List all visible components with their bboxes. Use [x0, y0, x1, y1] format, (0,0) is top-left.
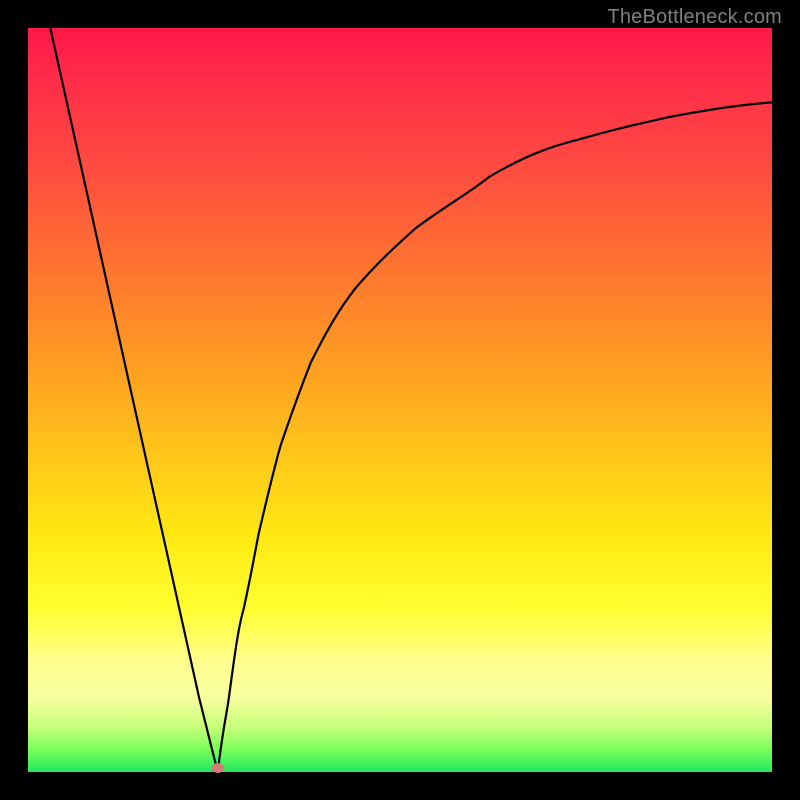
minimum-marker	[211, 763, 224, 773]
chart-frame: TheBottleneck.com	[0, 0, 800, 800]
watermark-text: TheBottleneck.com	[607, 6, 782, 29]
plot-area	[28, 28, 772, 772]
bottleneck-curve	[28, 28, 772, 772]
